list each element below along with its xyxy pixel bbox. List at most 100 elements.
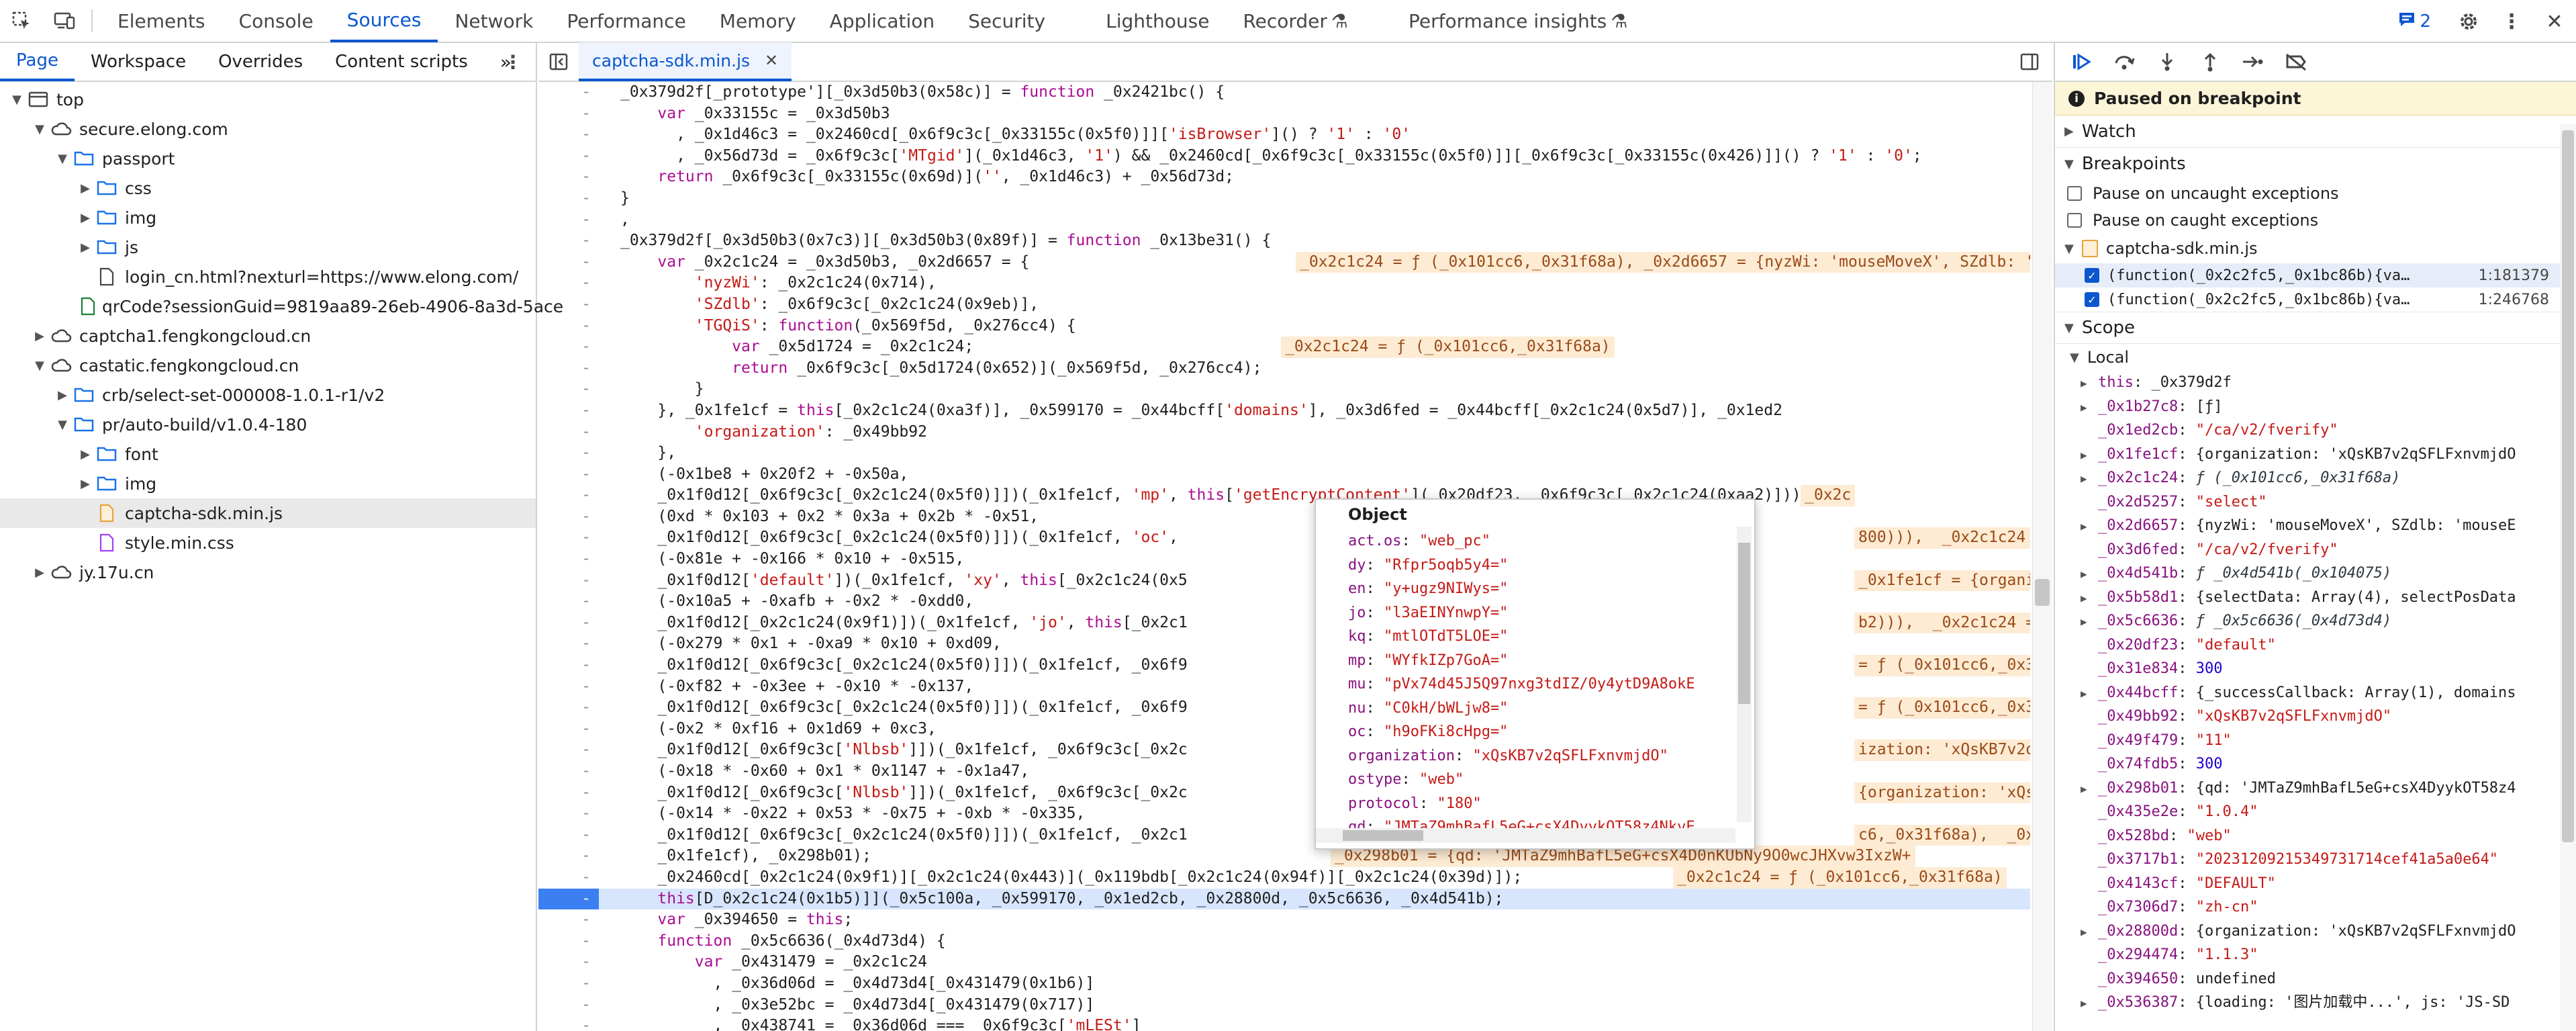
line-gutter[interactable]: - xyxy=(538,188,599,210)
line-gutter[interactable]: - xyxy=(538,973,599,995)
line-gutter[interactable]: - xyxy=(538,124,599,146)
breakpoint-item[interactable]: ✓ (function(_0x2c2fc5,_0x1bc86b){va… 1:181… xyxy=(2055,263,2576,287)
line-gutter[interactable]: - xyxy=(538,570,599,592)
scope-variable[interactable]: _0x3d6fed: "/ca/v2/fverify" xyxy=(2055,538,2576,562)
code-line[interactable]: - var _0x2c1c24 = _0x3d50b3, _0x2d6657 =… xyxy=(538,251,2030,273)
chevron-right-icon[interactable]: ▶ xyxy=(78,477,93,491)
popover-property[interactable]: protocol: "180" xyxy=(1316,792,1754,816)
code-line[interactable]: -} xyxy=(538,188,2030,210)
tree-item[interactable]: ▶ jy.17u.cn xyxy=(0,557,536,587)
code-line[interactable]: - var _0x33155c = _0x3d50b3 xyxy=(538,103,2030,125)
line-gutter[interactable]: - xyxy=(538,888,599,910)
pause-caught-option[interactable]: Pause on caught exceptions xyxy=(2055,207,2576,234)
chevron-right-icon[interactable]: ▶ xyxy=(32,329,47,343)
breakpoint-checkbox[interactable]: ✓ xyxy=(2085,268,2099,283)
scope-variable[interactable]: _0x20df23: "default" xyxy=(2055,633,2576,658)
nav-tab-page[interactable]: Page xyxy=(0,42,75,81)
scope-variable[interactable]: _0x394650: undefined xyxy=(2055,967,2576,991)
chevron-right-icon[interactable]: ▶ xyxy=(2081,991,2098,1015)
code-lines[interactable]: - _0x379d2f[_prototype'][_0x3d50b3(0x58c)… xyxy=(538,82,2030,1031)
chevron-right-icon[interactable]: ▶ xyxy=(2081,467,2098,490)
tree-item[interactable]: style.min.css xyxy=(0,528,536,557)
code-line[interactable]: - (-0x14 * -0x22 + 0x53 * -0x75 + -0xb *… xyxy=(538,803,2030,825)
tree-item[interactable]: ▶ js xyxy=(0,232,536,262)
popover-hscrollbar[interactable] xyxy=(1316,828,1735,843)
popover-property[interactable]: kq: "mtlOTdT5LOE=" xyxy=(1316,625,1754,649)
code-line[interactable]: - , _0x1d46c3 = _0x2460cd[_0x6f9c3c[_0x3… xyxy=(538,124,2030,146)
chevron-down-icon[interactable]: ▼ xyxy=(32,359,47,373)
line-gutter[interactable]: - xyxy=(538,952,599,973)
line-gutter[interactable]: - xyxy=(538,846,599,867)
tab-security[interactable]: Security xyxy=(951,0,1062,42)
code-line[interactable]: - (-0x279 * 0x1 + -0xa9 * 0x10 + 0xd09, xyxy=(538,633,2030,655)
toggle-debugger-icon[interactable] xyxy=(2016,42,2043,81)
code-line[interactable]: - _0x1f0d12['default'])(_0x1fe1cf, 'xy',… xyxy=(538,570,2030,592)
tab-application[interactable]: Application xyxy=(813,0,951,42)
code-line[interactable]: - (-0x2 * 0xf16 + 0x1d69 + 0xc3, xyxy=(538,719,2030,740)
chevron-right-icon[interactable]: ▶ xyxy=(2081,682,2098,705)
popover-property[interactable]: organization: "xQsKB7v2qSFLFxnvmjdO" xyxy=(1316,744,1754,768)
scope-variable[interactable]: _0x528bd: "web" xyxy=(2055,824,2576,848)
line-gutter[interactable]: - xyxy=(538,273,599,294)
code-line[interactable]: - var _0x394650 = this; xyxy=(538,909,2030,931)
line-gutter[interactable]: - xyxy=(538,252,599,273)
tree-item[interactable]: ▶ img xyxy=(0,203,536,232)
chevron-right-icon[interactable]: ▶ xyxy=(2081,586,2098,610)
scope-variable[interactable]: _0x31e834: 300 xyxy=(2055,657,2576,681)
line-gutter[interactable]: - xyxy=(538,591,599,613)
editor-scrollbar[interactable] xyxy=(2032,82,2052,1031)
scope-variable[interactable]: ▶ _0x1fe1cf: {organization: 'xQsKB7v2qSFL… xyxy=(2055,443,2576,467)
scope-variable[interactable]: ▶ _0x1b27c8: [ƒ] xyxy=(2055,395,2576,419)
line-gutter[interactable]: - xyxy=(538,1016,599,1031)
resume-icon[interactable] xyxy=(2067,48,2095,76)
chevron-right-icon[interactable]: ▶ xyxy=(78,447,93,461)
step-icon[interactable] xyxy=(2239,48,2267,76)
chevron-right-icon[interactable]: ▶ xyxy=(2081,371,2098,395)
popover-property[interactable]: nu: "C0kH/bWLjw8=" xyxy=(1316,697,1754,721)
line-gutter[interactable]: - xyxy=(538,146,599,167)
code-line[interactable]: - 'SZdlb': _0x6f9c3c[_0x2c1c24(0x9eb)], xyxy=(538,294,2030,316)
scope-variable[interactable]: ▶ this: _0x379d2f xyxy=(2055,371,2576,395)
chevron-right-icon[interactable]: ▶ xyxy=(78,181,93,195)
code-line[interactable]: - (-0x81e + -0x166 * 0x10 + -0x515, xyxy=(538,549,2030,570)
breakpoint-checkbox[interactable]: ✓ xyxy=(2085,292,2099,307)
code-line[interactable]: - (-0x10a5 + -0xafb + -0x2 * -0xdd0, xyxy=(538,591,2030,613)
scope-variable[interactable]: _0x2d5257: "select" xyxy=(2055,490,2576,514)
scope-variable[interactable]: ▶ _0x2c1c24: ƒ (_0x101cc6,_0x31f68a) xyxy=(2055,466,2576,490)
code-line[interactable]: - , _0x56d73d = _0x6f9c3c['MTgid'](_0x1d… xyxy=(538,146,2030,167)
code-line[interactable]: - (-0x18 * -0x60 + 0x1 * 0x1147 + -0x1a4… xyxy=(538,761,2030,782)
chevron-right-icon[interactable]: ▶ xyxy=(2081,514,2098,538)
tab-performance-insights[interactable]: Performance insights ⚗ xyxy=(1392,0,1644,42)
close-tab-icon[interactable]: ✕ xyxy=(765,51,778,70)
chevron-down-icon[interactable]: ▼ xyxy=(55,418,70,432)
code-line[interactable]: - _0x1f0d12[_0x6f9c3c[_0x2c1c24(0x5f0)]]… xyxy=(538,697,2030,719)
code-line[interactable]: - _0x1f0d12[_0x6f9c3c[_0x2c1c24(0x5f0)]]… xyxy=(538,655,2030,676)
code-line[interactable]: - }, xyxy=(538,443,2030,464)
line-gutter[interactable]: - xyxy=(538,719,599,740)
code-line[interactable]: - _0x1f0d12[_0x6f9c3c[_0x2c1c24(0x5f0)]]… xyxy=(538,527,2030,549)
popover-property[interactable]: mp: "WYfkIZp7GoA=" xyxy=(1316,649,1754,673)
line-gutter[interactable]: - xyxy=(538,655,599,676)
line-gutter[interactable]: - xyxy=(538,909,599,931)
code-line[interactable]: - }, _0x1fe1cf = this[_0x2c1c24(0xa3f)],… xyxy=(538,400,2030,422)
scope-variable[interactable]: ▶ _0x536387: {loading: '图片加载中...', js: 'J… xyxy=(2055,991,2576,1015)
toggle-navigator-icon[interactable] xyxy=(538,42,579,81)
line-gutter[interactable]: - xyxy=(538,825,599,846)
tree-item[interactable]: ▼ top xyxy=(0,85,536,114)
close-devtools-icon[interactable]: ✕ xyxy=(2533,0,2576,43)
scope-variable[interactable]: _0x435e2e: "1.0.4" xyxy=(2055,800,2576,824)
scope-variable[interactable]: _0x4143cf: "DEFAULT" xyxy=(2055,872,2576,896)
scope-variable[interactable]: _0x1ed2cb: "/ca/v2/fverify" xyxy=(2055,418,2576,443)
code-line[interactable]: - _0x1f0d12[_0x2c1c24(0x9f1)])(_0x1fe1cf… xyxy=(538,612,2030,634)
tree-item[interactable]: captcha-sdk.min.js xyxy=(0,498,536,528)
tab-elements[interactable]: Elements xyxy=(101,0,222,42)
debugger-scrollbar[interactable] xyxy=(2560,124,2576,1031)
breakpoints-section[interactable]: ▼ Breakpoints xyxy=(2055,148,2576,180)
chevron-right-icon[interactable]: ▶ xyxy=(2081,610,2098,633)
code-line[interactable]: - var _0x431479 = _0x2c1c24 xyxy=(538,952,2030,973)
code-line[interactable]: - var _0x5d1724 = _0x2c1c24; _0x2c1c24 = … xyxy=(538,337,2030,358)
scope-variable[interactable]: _0x294474: "1.1.3" xyxy=(2055,943,2576,967)
line-gutter[interactable]: - xyxy=(538,931,599,952)
code-line[interactable]: - , _0x3e52bc = _0x4d73d4[_0x431479(0x71… xyxy=(538,995,2030,1016)
step-over-icon[interactable] xyxy=(2110,48,2138,76)
